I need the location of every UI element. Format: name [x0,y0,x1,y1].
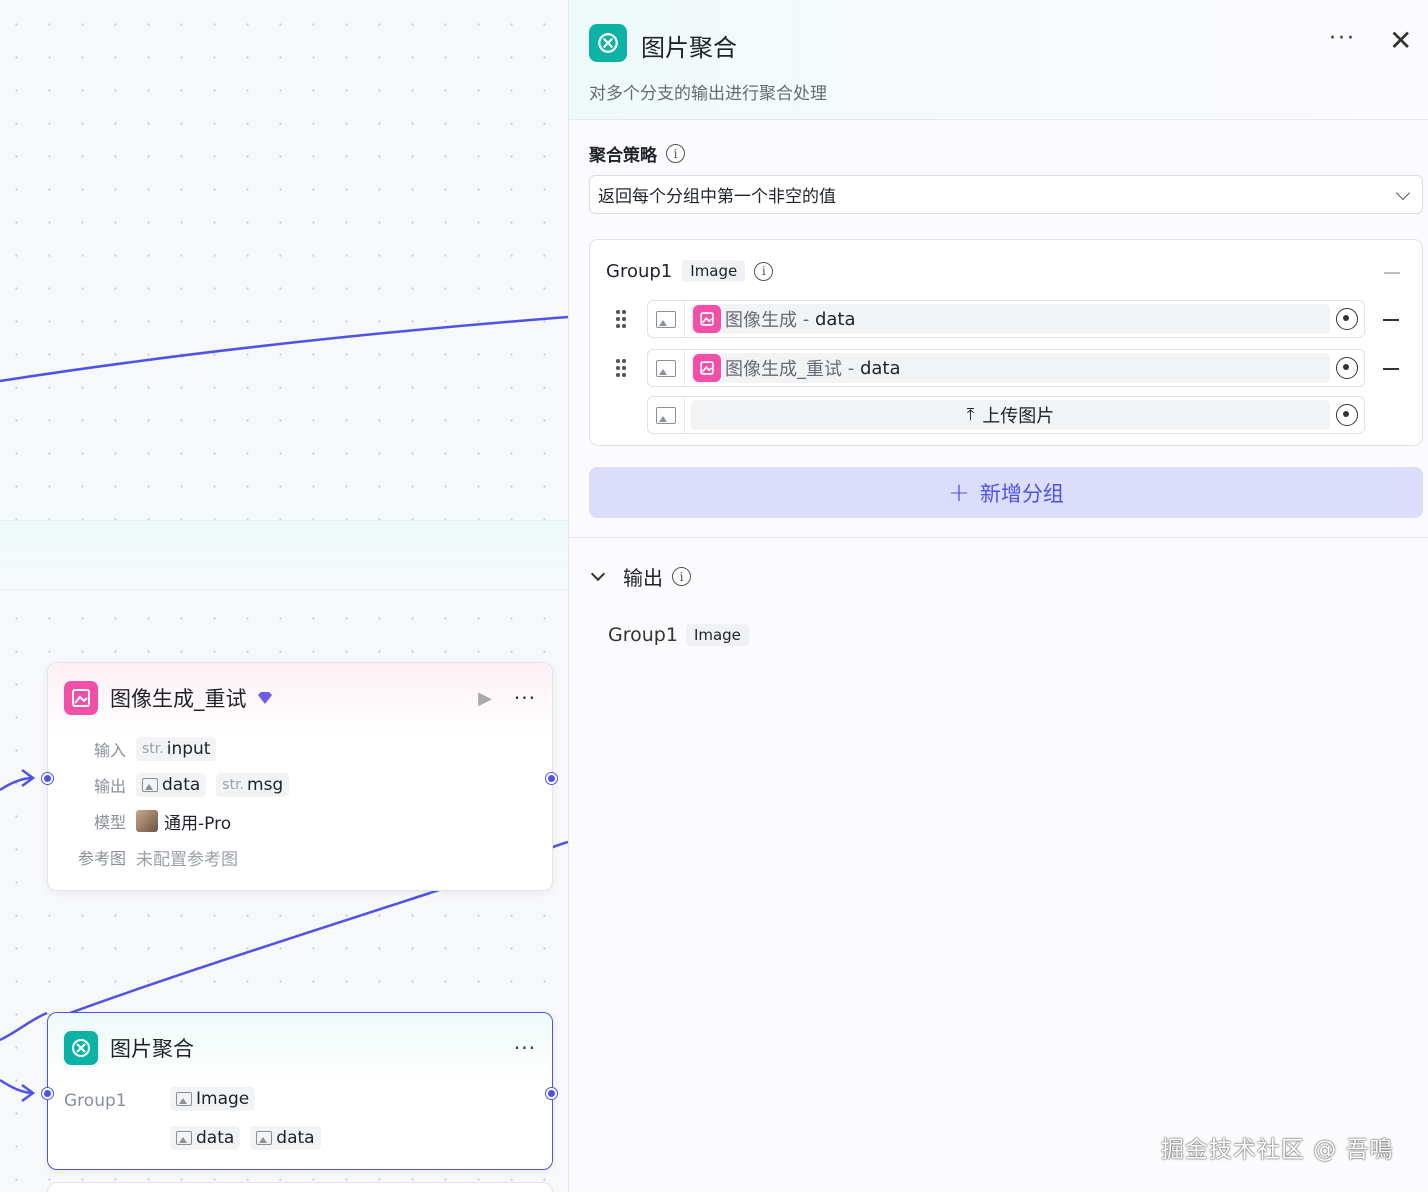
edge-line [0,1078,34,1095]
more-icon[interactable]: ··· [514,1036,536,1060]
image-gen-icon [693,354,721,382]
node-header: 图像生成_重试 ▶ ··· [48,663,552,733]
node-title: 图片聚合 [110,1037,194,1061]
image-type-icon [648,301,685,337]
watermark: 掘金技术社区 @ 吾鳴 [1161,1137,1394,1163]
upload-row[interactable]: ⤒ 上传图片 [647,396,1365,434]
close-icon[interactable]: ✕ [1389,24,1412,58]
variable-ref[interactable]: 图像生成 - data [691,304,1330,334]
panel-header: 图片聚合 ··· ✕ 对多个分支的输出进行聚合处理 [569,0,1428,120]
variable-target-icon[interactable] [1336,357,1358,379]
output-port[interactable] [546,1088,557,1099]
variable-row[interactable]: 图像生成 - data [647,300,1365,338]
upload-button[interactable]: ⤒ 上传图片 [691,400,1330,430]
image-icon [142,778,158,792]
input-chip: str. input [136,737,217,761]
output-section-header[interactable]: 输出 i [590,562,691,591]
ref-row: 参考图 未配置参考图 [48,839,552,875]
run-icon[interactable]: ▶ [478,688,492,709]
node-title: 图像生成_重试 [110,687,247,711]
variable-ref[interactable]: 图像生成_重试 - data [691,353,1330,383]
output-chip-data: data [136,773,207,797]
plus-icon: + [948,477,970,508]
panel-subtitle: 对多个分支的输出进行聚合处理 [589,84,827,104]
edge-line [0,315,568,383]
group-name[interactable]: Group1 [606,261,672,282]
edge-line [0,776,34,792]
image-gen-icon [64,681,98,715]
more-icon[interactable]: ··· [514,686,536,710]
upload-icon: ⤒ [966,405,975,425]
model-label: 模型 [93,813,126,832]
drag-handle-icon[interactable] [616,310,626,328]
strategy-value: 返回每个分组中第一个非空的值 [598,187,836,207]
add-group-button[interactable]: + 新增分组 [589,467,1423,518]
ref-value: 未配置参考图 [136,849,238,870]
model-avatar [136,810,158,832]
image-icon [176,1131,192,1145]
workflow-canvas[interactable]: 图像生成_重试 ▶ ··· 输入 str. input 输出 data str. m… [0,0,568,1192]
output-name: Group1 [608,624,678,646]
drag-handle-icon[interactable] [616,359,626,377]
group-type-tag: Image [682,260,746,282]
variable-row[interactable]: 图像生成_重试 - data [647,349,1365,387]
input-port[interactable] [42,773,53,784]
strategy-select[interactable]: 返回每个分组中第一个非空的值 [589,175,1423,214]
node-image-aggregate[interactable]: 图片聚合 ··· Group1 Image data data [42,1012,557,1170]
image-icon [176,1092,192,1106]
ref-label: 参考图 [77,849,126,868]
variable-target-icon[interactable] [1336,308,1358,330]
group-sources: data data [170,1126,331,1150]
group-header: Group1 Image i [606,260,774,282]
chevron-down-icon [1395,185,1411,201]
aggregate-icon [64,1031,98,1065]
node-config-panel: 图片聚合 ··· ✕ 对多个分支的输出进行聚合处理 聚合策略 i 返回每个分组中… [568,0,1428,1192]
chevron-down-icon[interactable] [590,566,606,581]
info-icon[interactable]: i [672,567,691,586]
edge-line [69,891,431,1015]
model-value: 通用-Pro [164,813,232,834]
remove-group-icon[interactable] [1384,272,1400,274]
aggregate-icon [589,24,627,62]
image-icon [256,1131,273,1145]
edge-line [0,1011,48,1042]
divider [569,537,1428,538]
output-type-tag: Image [685,624,749,646]
input-port[interactable] [42,1088,53,1099]
image-type-icon [648,350,685,386]
panel-title: 图片聚合 [641,34,737,62]
node-image-gen-retry[interactable]: 图像生成_重试 ▶ ··· 输入 str. input 输出 data str. m… [42,662,557,891]
info-icon[interactable]: i [666,144,685,163]
remove-item-icon[interactable] [1383,368,1399,370]
info-icon[interactable]: i [754,261,774,281]
input-row: 输入 str. input [48,731,552,767]
output-label: 输出 [93,777,126,796]
node-header: 图片聚合 ··· [48,1013,552,1083]
more-icon[interactable]: ··· [1329,26,1356,51]
model-row: 模型 通用-Pro [48,803,552,839]
remove-item-icon[interactable] [1383,319,1399,321]
strategy-title: 聚合策略 i [589,141,685,166]
output-row: 输出 data str. msg [48,767,552,803]
output-port[interactable] [546,773,557,784]
output-variable: Group1 Image [608,624,749,646]
group-label: Group1 [64,1091,127,1111]
output-chip-msg: str. msg [216,773,290,797]
image-gen-icon [693,305,721,333]
image-type-icon [648,397,685,433]
group-card: Group1 Image i 图像生成 - data 图像生成_重试 - dat… [589,239,1423,446]
input-label: 输入 [93,741,126,760]
group-type: Image [170,1087,265,1111]
variable-target-icon[interactable] [1336,404,1358,426]
node-partial[interactable] [47,1182,553,1192]
diamond-icon [257,692,272,704]
output-title: 输出 [623,566,663,590]
